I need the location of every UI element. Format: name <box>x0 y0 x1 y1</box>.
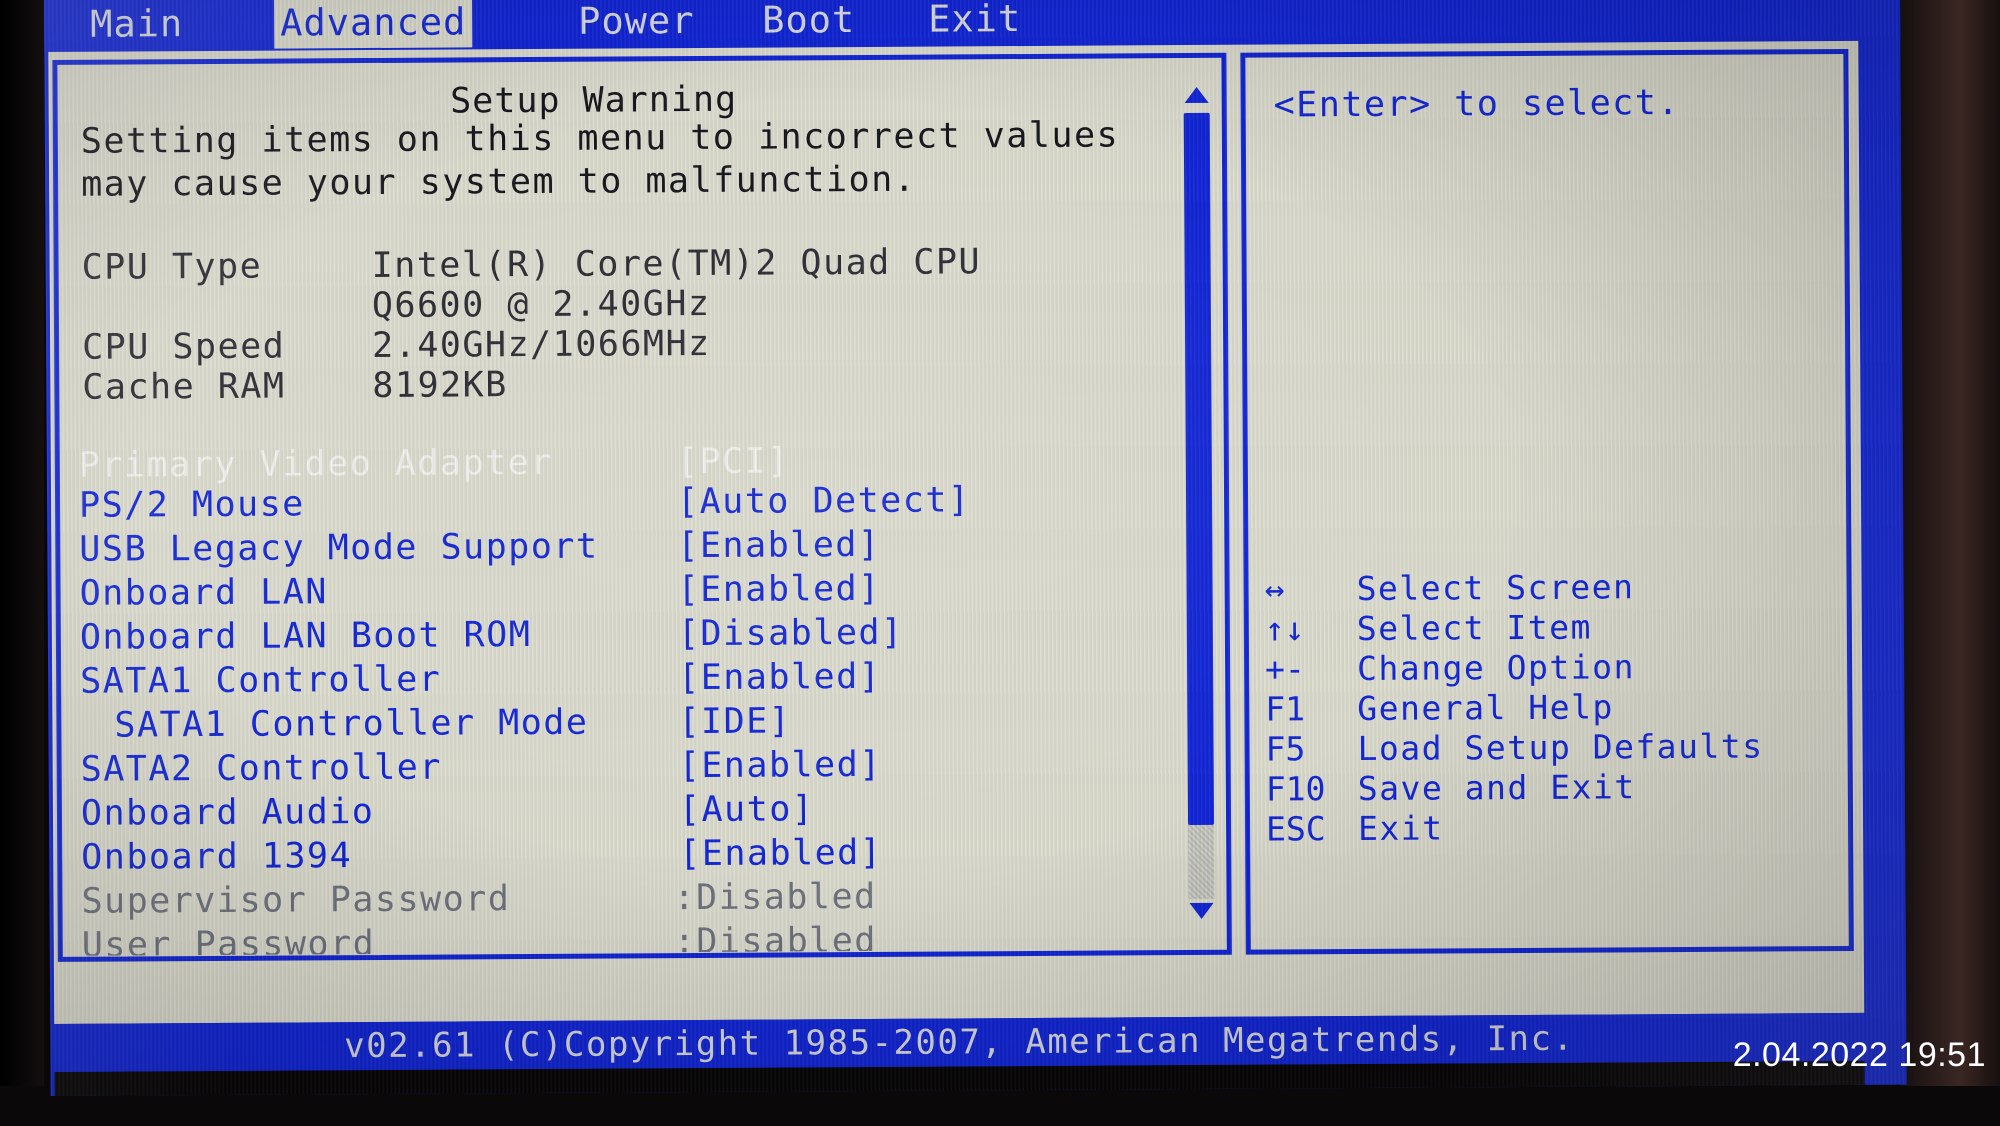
key-legend-desc: General Help <box>1357 687 1614 728</box>
scroll-up-arrow-icon[interactable] <box>1184 86 1209 109</box>
bezel-left-edge <box>0 0 44 1126</box>
key-legend-row: +- Change Option <box>1265 646 1854 690</box>
key-legend: ↔ Select Screen ↑↓ Select Item +- Change… <box>1265 566 1854 850</box>
key-f1: F1 <box>1265 689 1306 729</box>
key-legend-desc: Exit <box>1357 808 1444 848</box>
cache-ram-label: Cache RAM <box>82 366 286 408</box>
tab-boot[interactable]: Boot <box>756 0 861 46</box>
cpu-type-value-2: Q6600 @ 2.40GHz <box>371 283 711 327</box>
option-row-onboard-audio-label[interactable]: Onboard Audio <box>81 792 375 834</box>
tab-power[interactable]: Power <box>572 0 701 47</box>
option-row-onboard-lan-label[interactable]: Onboard LAN <box>80 572 329 614</box>
option-row-ps2-mouse-label[interactable]: PS/2 Mouse <box>79 484 305 525</box>
scrollbar-track[interactable] <box>1183 112 1215 900</box>
option-row-sata2-controller-value[interactable]: [Enabled] <box>679 745 882 786</box>
monitor-photo: Main Advanced Power Boot Exit Setup Warn… <box>0 0 2000 1126</box>
setup-warning-line-2: may cause your system to malfunction. <box>81 159 917 205</box>
cpu-speed-label: CPU Speed <box>82 326 286 368</box>
option-row-onboard-1394-value[interactable]: [Enabled] <box>679 833 882 874</box>
bezel-right-edge <box>1900 0 2000 1126</box>
key-legend-desc: Select Screen <box>1356 567 1635 608</box>
key-esc: ESC <box>1265 809 1326 849</box>
key-legend-row: ↑↓ Select Item <box>1265 606 1854 650</box>
arrow-up-down-icon: ↑↓ <box>1264 609 1305 649</box>
option-row-onboard-1394-label[interactable]: Onboard 1394 <box>81 836 352 878</box>
tab-advanced[interactable]: Advanced <box>273 0 473 49</box>
main-settings-panel: Setup Warning Setting items on this menu… <box>58 58 1224 956</box>
key-legend-row: F10 Save and Exit <box>1266 766 1854 810</box>
bios-version-copyright: v02.61 (C)Copyright 1985-2007, American … <box>344 1018 1575 1067</box>
option-row-primary-video-adapter-label[interactable]: Primary Video Adapter <box>79 443 553 486</box>
option-row-sata1-controller-value[interactable]: [Enabled] <box>678 657 881 698</box>
option-row-sata1-controller-mode-value[interactable]: [IDE] <box>678 701 791 742</box>
option-row-user-password-value: :Disabled <box>673 920 878 956</box>
option-row-sata1-controller-label[interactable]: SATA1 Controller <box>80 660 441 702</box>
option-row-usb-legacy-mode-support-label[interactable]: USB Legacy Mode Support <box>79 527 598 570</box>
scroll-down-arrow-icon[interactable] <box>1189 902 1214 925</box>
option-row-onboard-audio-value[interactable]: [Auto] <box>679 789 815 830</box>
option-row-usb-legacy-mode-support-value[interactable]: [Enabled] <box>677 525 880 566</box>
setup-warning-line-1: Setting items on this menu to incorrect … <box>80 115 1120 162</box>
key-legend-desc: Select Item <box>1356 607 1593 648</box>
key-legend-row: F1 General Help <box>1265 686 1854 730</box>
key-legend-row: ESC Exit <box>1266 806 1854 850</box>
option-row-supervisor-password-value: :Disabled <box>673 876 877 919</box>
key-legend-desc: Save and Exit <box>1357 767 1636 808</box>
key-legend-row: F5 Load Setup Defaults <box>1265 726 1853 770</box>
cpu-type-label: CPU Type <box>81 246 263 288</box>
camera-timestamp-overlay: 2.04.2022 19:51 <box>1732 1036 1986 1074</box>
key-legend-desc: Change Option <box>1356 647 1636 688</box>
tab-main[interactable]: Main <box>84 0 189 50</box>
option-row-ps2-mouse-value[interactable]: [Auto Detect] <box>677 480 971 522</box>
option-row-onboard-lan-value[interactable]: [Enabled] <box>677 569 880 610</box>
plus-minus-icon: +- <box>1264 649 1305 689</box>
scrollbar-thumb[interactable] <box>1183 112 1215 826</box>
key-f10: F10 <box>1265 769 1326 809</box>
tab-exit[interactable]: Exit <box>922 0 1027 45</box>
arrow-left-right-icon: ↔ <box>1264 569 1285 609</box>
option-row-sata2-controller-label[interactable]: SATA2 Controller <box>81 748 442 790</box>
bios-setup-screen: Main Advanced Power Boot Exit Setup Warn… <box>44 0 1907 1096</box>
option-row-user-password-label[interactable]: User Password <box>82 924 376 956</box>
option-row-primary-video-adapter-value[interactable]: [PCI] <box>677 441 790 482</box>
cpu-type-value: Intel(R) Core(TM)2 Quad CPU <box>371 242 982 287</box>
option-row-onboard-lan-boot-rom-value[interactable]: [Disabled] <box>678 613 904 654</box>
cache-ram-value: 8192KB <box>372 365 508 407</box>
cpu-speed-value: 2.40GHz/1066MHz <box>371 323 711 367</box>
key-f5: F5 <box>1265 729 1306 769</box>
help-text: <Enter> to select. <box>1273 83 1681 126</box>
vertical-scrollbar[interactable] <box>1182 86 1217 925</box>
key-legend-row: ↔ Select Screen <box>1265 566 1854 610</box>
option-row-supervisor-password-label[interactable]: Supervisor Password <box>81 879 510 922</box>
option-row-sata1-controller-mode-label[interactable]: SATA1 Controller Mode <box>114 703 588 746</box>
help-panel: <Enter> to select. ↔ Select Screen ↑↓ Se… <box>1240 48 1854 955</box>
key-legend-desc: Load Setup Defaults <box>1357 726 1764 768</box>
option-row-onboard-lan-boot-rom-label[interactable]: Onboard LAN Boot ROM <box>80 615 532 658</box>
